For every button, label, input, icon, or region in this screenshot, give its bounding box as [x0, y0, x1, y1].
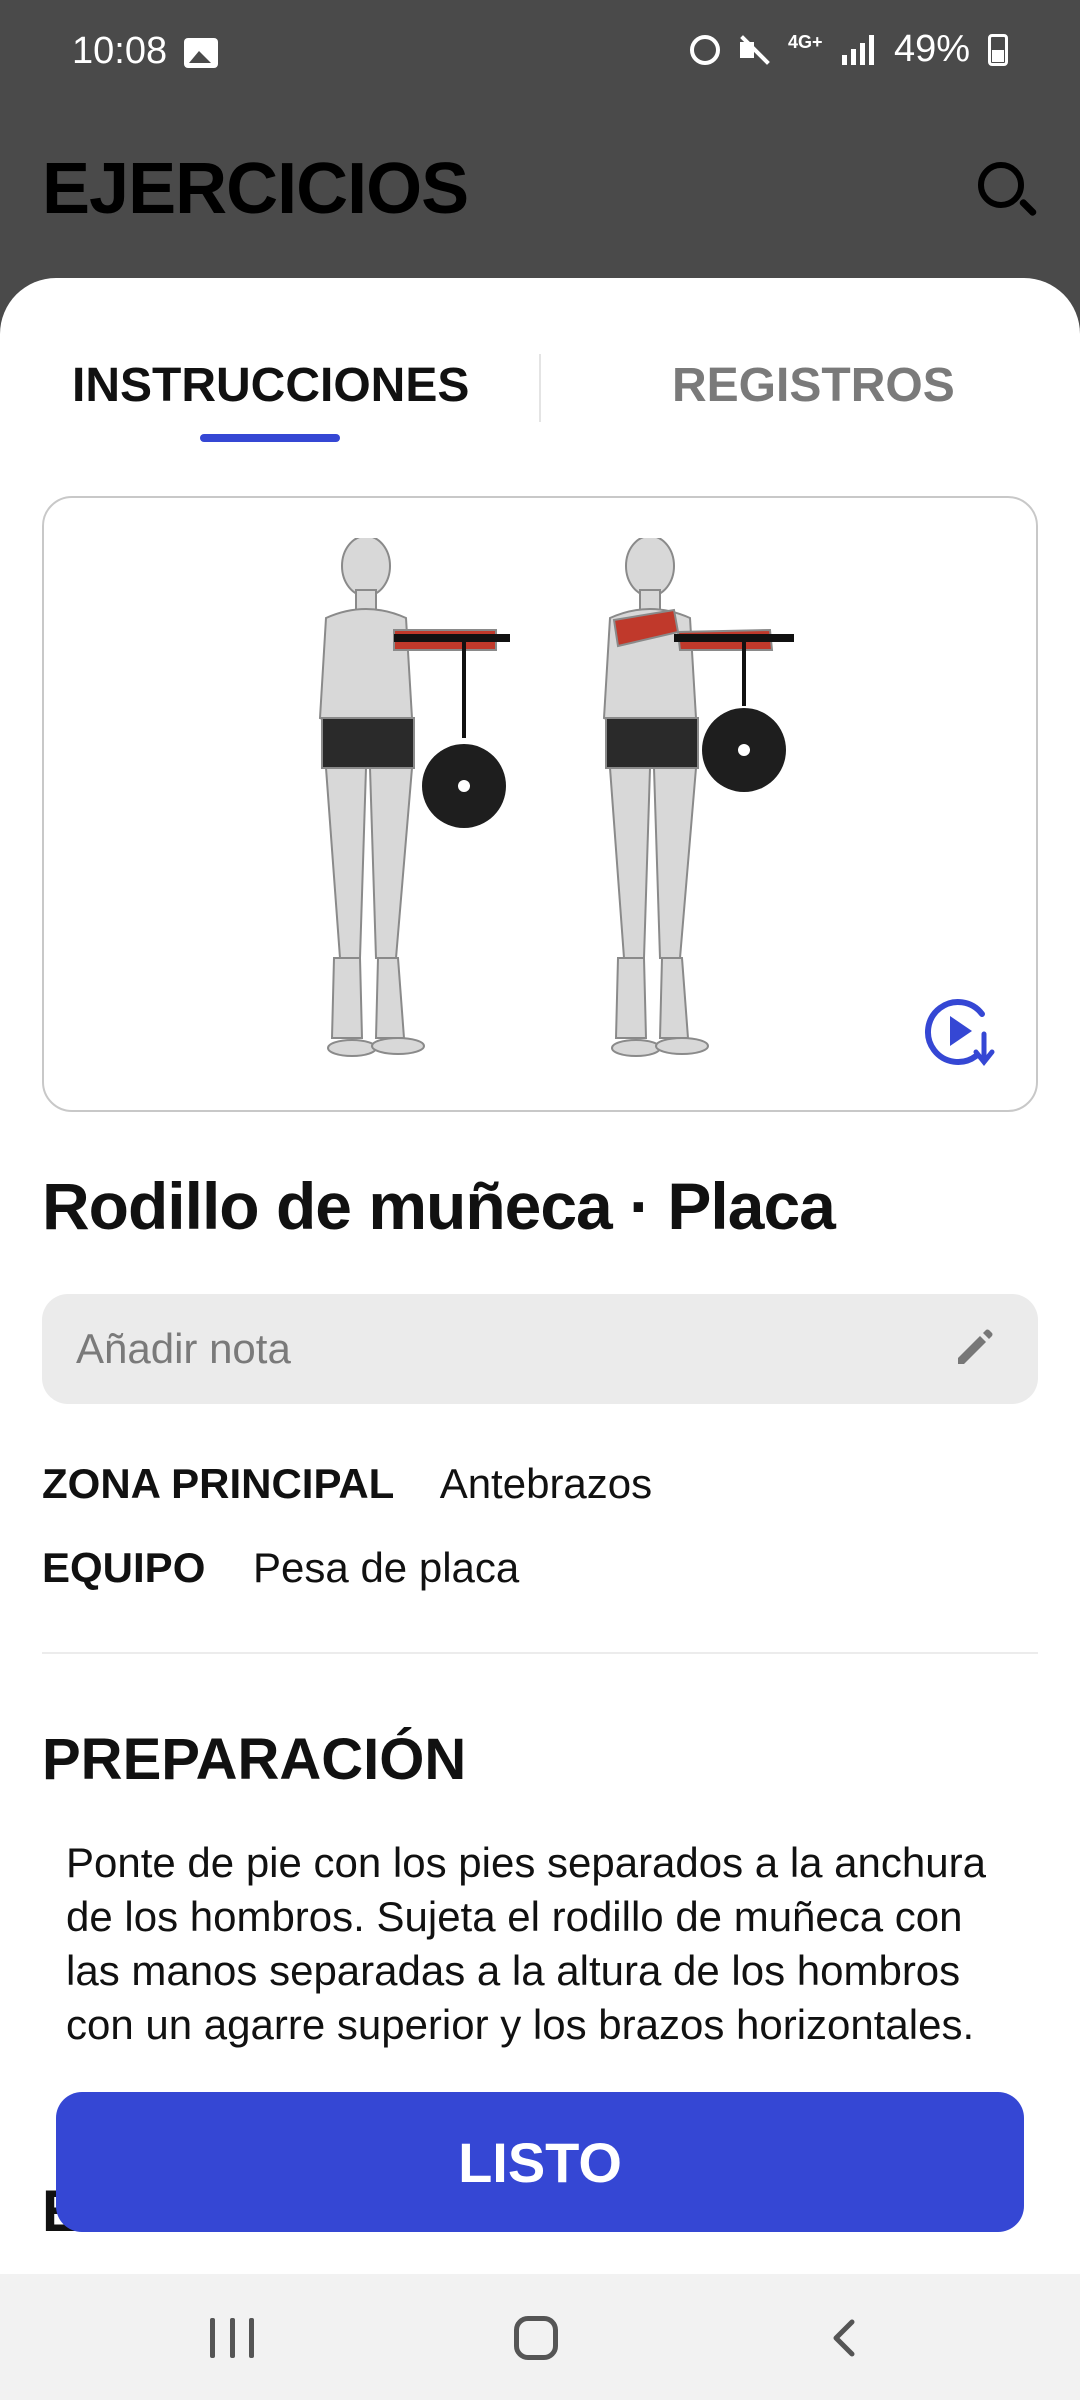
network-type-icon: 4G+ [787, 31, 823, 52]
play-video-icon[interactable] [922, 994, 998, 1070]
status-time: 10:08 [72, 30, 168, 72]
recent-apps-icon[interactable] [210, 2318, 254, 2358]
primary-zone-value: Antebrazos [439, 1460, 653, 1507]
status-bar: 10:08 4G+ 49% [0, 0, 1080, 108]
signal-icon [841, 34, 876, 65]
equipment-value: Pesa de placa [253, 1544, 520, 1591]
search-button[interactable] [972, 156, 1038, 222]
equipment-label: EQUIPO [42, 1544, 206, 1591]
app-header: EJERCICIOS [0, 108, 1080, 280]
note-input[interactable] [76, 1324, 896, 1374]
edit-pencil-icon[interactable] [952, 1326, 996, 1370]
primary-zone-label: ZONA PRINCIPAL [42, 1460, 395, 1507]
active-tab-indicator [200, 434, 340, 442]
page-title: EJERCICIOS [42, 149, 469, 229]
status-icons: 4G+ 49% [689, 28, 1008, 71]
tab-bar: INSTRUCCIONES REGISTROS [0, 278, 1080, 444]
exercise-title: Rodillo de muñeca · Placa [42, 1169, 836, 1243]
note-field[interactable] [42, 1294, 1038, 1404]
system-nav-bar [0, 2274, 1080, 2400]
back-icon[interactable] [828, 2318, 858, 2358]
exercise-image-card [42, 496, 1038, 1112]
home-icon[interactable] [514, 2316, 558, 2360]
equipment-row: EQUIPO Pesa de placa [42, 1544, 519, 1592]
tab-registros[interactable]: REGISTROS [672, 358, 955, 413]
done-button[interactable]: LISTO [56, 2092, 1024, 2232]
figure-2 [602, 538, 774, 1057]
tab-divider [539, 354, 541, 422]
tab-instrucciones[interactable]: INSTRUCCIONES [72, 358, 469, 413]
mute-icon [738, 34, 770, 66]
divider [42, 1652, 1038, 1654]
primary-zone-row: ZONA PRINCIPAL Antebrazos [42, 1460, 652, 1508]
preparation-title: PREPARACIÓN [42, 1727, 467, 1792]
battery-percentage: 49% [893, 28, 970, 70]
exercise-sheet: INSTRUCCIONES REGISTROS Rodillo de muñec… [0, 278, 1080, 2400]
exercise-illustration [318, 538, 794, 1057]
preparation-text: Ponte de pie con los pies separados a la… [66, 1839, 986, 2048]
alarm-icon [689, 34, 720, 65]
battery-icon [988, 33, 1008, 66]
gallery-notification-icon [184, 38, 218, 68]
search-icon [978, 162, 1024, 208]
